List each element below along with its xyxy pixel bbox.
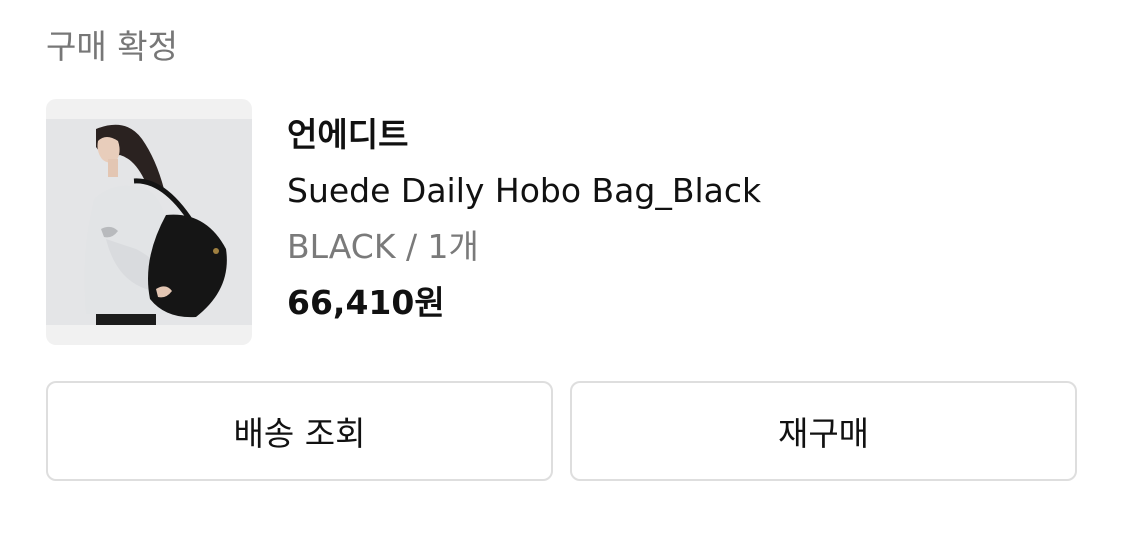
product-brand[interactable]: 언에디트 [287,110,1067,160]
product-thumbnail[interactable] [46,99,252,345]
product-option: BLACK / 1개 [287,227,479,266]
product-photo [46,119,252,325]
track-delivery-button[interactable]: 배송 조회 [46,381,553,481]
track-delivery-label: 배송 조회 [233,414,366,453]
product-info: 언에디트 Suede Daily Hobo Bag_Black BLACK / … [287,110,1067,328]
product-price: 66,410원 [287,283,445,322]
repurchase-label: 재구매 [777,414,870,453]
order-status-label: 구매 확정 [46,27,178,66]
product-name[interactable]: Suede Daily Hobo Bag_Black [287,166,1067,216]
repurchase-button[interactable]: 재구매 [570,381,1077,481]
